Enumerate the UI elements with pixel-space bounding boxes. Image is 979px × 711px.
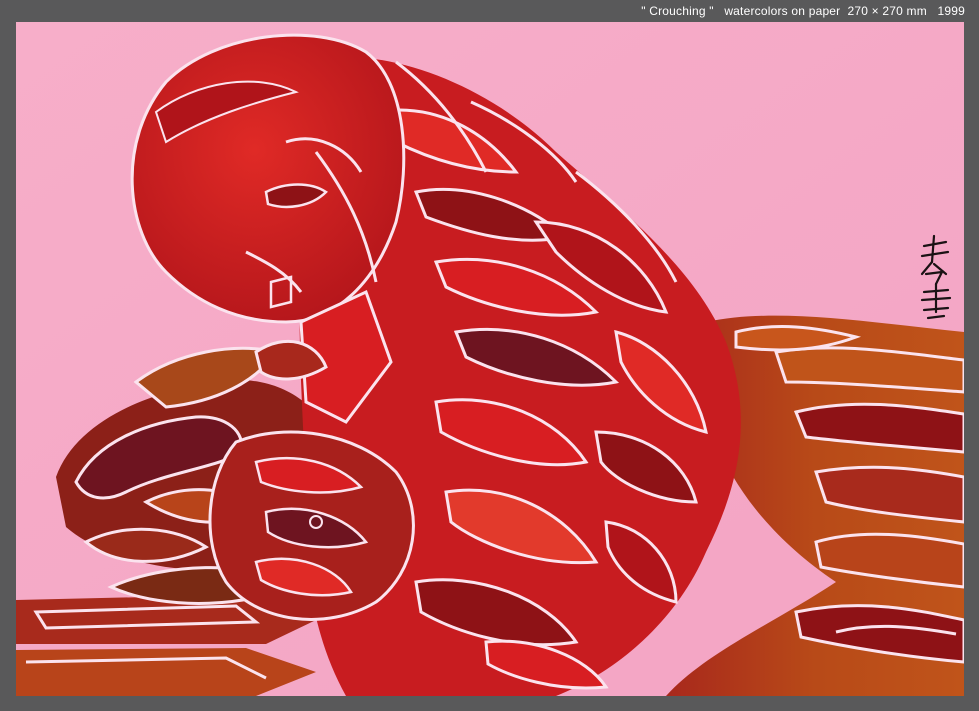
gallery-frame: " Crouching " watercolors on paper 270 ×… bbox=[0, 0, 979, 711]
watercolor-painting bbox=[16, 22, 964, 696]
center-hand bbox=[208, 430, 415, 621]
painting-area bbox=[16, 22, 964, 696]
head bbox=[130, 33, 406, 324]
artwork-caption: " Crouching " watercolors on paper 270 ×… bbox=[641, 4, 965, 18]
